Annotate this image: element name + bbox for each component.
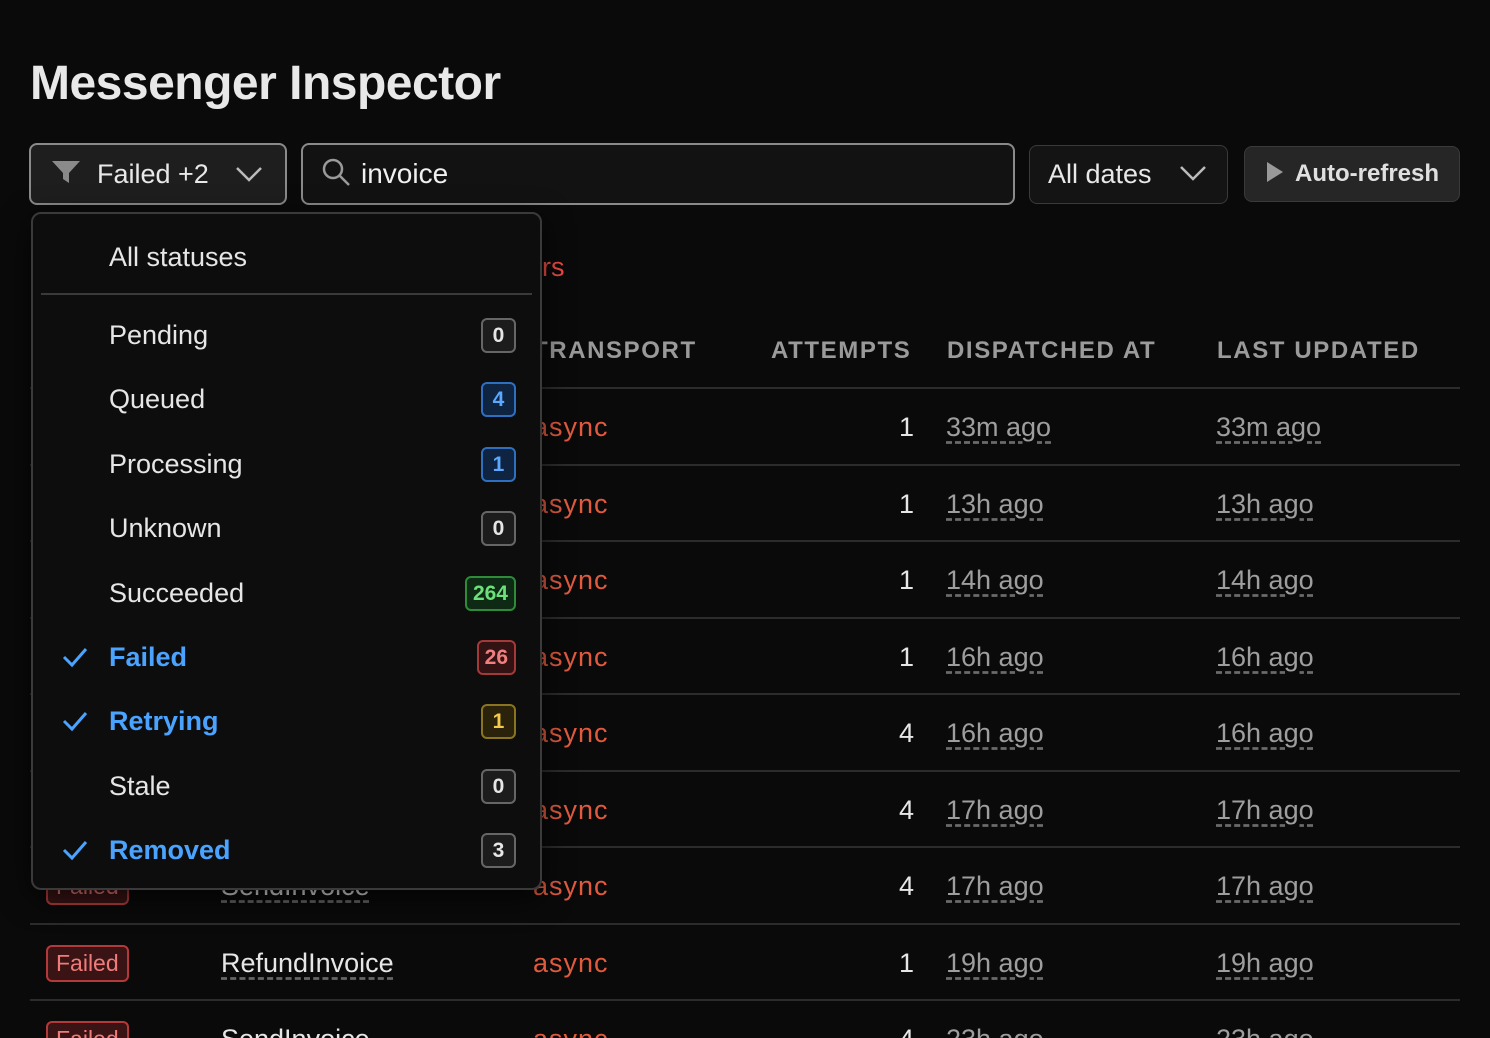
search-box[interactable] (301, 143, 1015, 205)
check-icon (61, 710, 89, 737)
status-option-stale[interactable]: Stale 0 (33, 759, 540, 815)
date-filter-select[interactable]: All dates (1029, 145, 1228, 204)
last-updated-cell: 17h ago (1216, 794, 1314, 825)
status-option-label: Succeeded (109, 578, 245, 608)
dispatched-at-cell: 16h ago (946, 717, 1044, 748)
status-option-processing[interactable]: Processing 1 (33, 437, 540, 493)
transport-cell: async (533, 1001, 609, 1038)
header-attempts[interactable]: ATTEMPTS (771, 337, 911, 365)
attempts-cell: 4 (898, 717, 914, 748)
attempts-cell: 1 (898, 564, 914, 595)
dispatched-at-cell: 13h ago (946, 488, 1044, 519)
status-badge: Failed (46, 1020, 129, 1038)
status-option-label: Removed (109, 835, 231, 865)
attempts-cell: 4 (790, 1001, 914, 1038)
status-option-unknown[interactable]: Unknown 0 (33, 501, 540, 557)
status-cell: Failed (46, 1001, 129, 1038)
count-badge: 3 (481, 833, 516, 868)
date-filter-label: All dates (1048, 159, 1152, 189)
chevron-down-icon (1179, 164, 1207, 187)
last-updated-cell: 14h ago (1216, 564, 1314, 595)
count-badge: 0 (481, 511, 516, 546)
transport-cell: async (533, 947, 609, 978)
all-statuses-option[interactable]: All statuses (109, 242, 247, 273)
dispatched-at-cell: 23h ago (946, 1001, 1044, 1038)
count-badge: 0 (481, 318, 516, 353)
transport-cell: async (533, 794, 609, 825)
message-class-link[interactable]: SendInvoice (221, 1001, 370, 1038)
last-updated-cell: 17h ago (1216, 870, 1314, 901)
last-updated-cell: 23h ago (1216, 1001, 1314, 1038)
last-updated-cell: 13h ago (1216, 488, 1314, 519)
header-transport[interactable]: TRANSPORT (533, 337, 697, 365)
dispatched-at-cell: 17h ago (946, 794, 1044, 825)
status-option-label: Unknown (109, 513, 222, 543)
auto-refresh-label: Auto-refresh (1295, 160, 1440, 187)
header-dispatched-at[interactable]: DISPATCHED AT (947, 337, 1156, 365)
page-title: Messenger Inspector (30, 57, 501, 110)
auto-refresh-button[interactable]: Auto-refresh (1244, 146, 1460, 202)
header-last-updated[interactable]: LAST UPDATED (1217, 337, 1420, 365)
attempts-cell: 1 (898, 411, 914, 442)
count-badge: 26 (476, 640, 516, 675)
attempts-cell: 1 (898, 488, 914, 519)
check-icon (61, 839, 89, 866)
dispatched-at-cell: 14h ago (946, 564, 1044, 595)
dispatched-at-cell: 16h ago (946, 641, 1044, 672)
dispatched-at-cell: 33m ago (946, 411, 1052, 442)
last-updated-cell: 19h ago (1216, 947, 1314, 978)
attempts-cell: 1 (898, 947, 914, 978)
transport-cell: async (533, 564, 609, 595)
dispatched-at-cell: 19h ago (946, 947, 1044, 978)
count-badge: 264 (464, 576, 516, 611)
status-option-pending[interactable]: Pending 0 (33, 308, 540, 364)
table-row[interactable]: Failed RefundInvoice async 1 19h ago 19h ago (30, 923, 1460, 1000)
dispatched-at-cell: 17h ago (946, 870, 1044, 901)
count-badge: 4 (481, 382, 516, 417)
status-option-queued[interactable]: Queued 4 (33, 372, 540, 428)
status-option-retrying[interactable]: Retrying 1 (33, 694, 540, 750)
search-icon (321, 157, 351, 192)
count-badge: 1 (481, 704, 516, 739)
status-filter-label: Failed +2 (97, 158, 209, 189)
transport-cell: async (533, 870, 609, 901)
status-badge: Failed (46, 944, 129, 982)
last-updated-cell: 16h ago (1216, 641, 1314, 672)
table-row[interactable]: Failed SendInvoice async 4 23h ago 23h ago (30, 999, 1460, 1038)
attempts-cell: 1 (898, 641, 914, 672)
status-cell: Failed (46, 925, 129, 1001)
status-option-label: Processing (109, 449, 243, 479)
divider (41, 293, 532, 295)
attempts-cell: 4 (898, 794, 914, 825)
chevron-down-icon (235, 165, 263, 188)
last-updated-cell: 16h ago (1216, 717, 1314, 748)
filter-icon (51, 159, 81, 190)
status-option-succeeded[interactable]: Succeeded 264 (33, 566, 540, 622)
count-badge: 0 (481, 769, 516, 804)
status-option-removed[interactable]: Removed 3 (33, 823, 540, 879)
status-filter-button[interactable]: Failed +2 (29, 143, 287, 205)
status-option-label: Stale (109, 771, 171, 801)
transport-cell: async (533, 411, 609, 442)
play-icon (1265, 160, 1285, 189)
count-badge: 1 (481, 447, 516, 482)
status-option-label: Retrying (109, 706, 219, 736)
transport-cell: async (533, 641, 609, 672)
status-option-label: Queued (109, 384, 206, 414)
attempts-cell: 4 (898, 870, 914, 901)
transport-cell: async (533, 488, 609, 519)
status-option-label: Failed (109, 642, 188, 672)
message-class-link[interactable]: RefundInvoice (221, 925, 394, 1001)
status-option-label: Pending (109, 320, 209, 350)
status-option-failed[interactable]: Failed 26 (33, 630, 540, 686)
transport-cell: async (533, 717, 609, 748)
check-icon (61, 646, 89, 673)
status-filter-dropdown: All statuses Pending 0 Queued 4 Processing 1 U… (31, 212, 542, 890)
search-input[interactable] (361, 158, 981, 190)
last-updated-cell: 33m ago (1216, 411, 1322, 442)
